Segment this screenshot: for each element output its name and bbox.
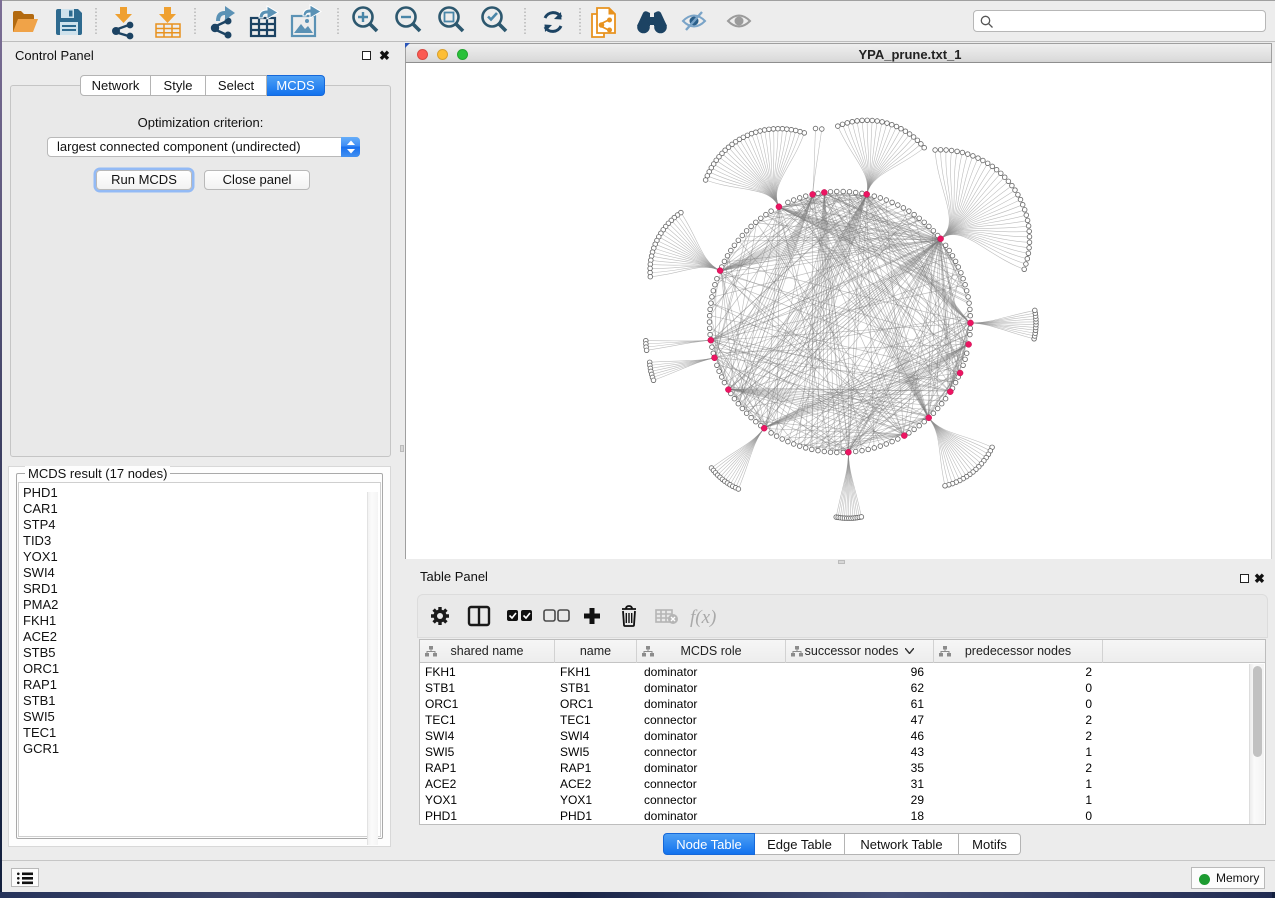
svg-text:f(x): f(x): [690, 607, 716, 628]
